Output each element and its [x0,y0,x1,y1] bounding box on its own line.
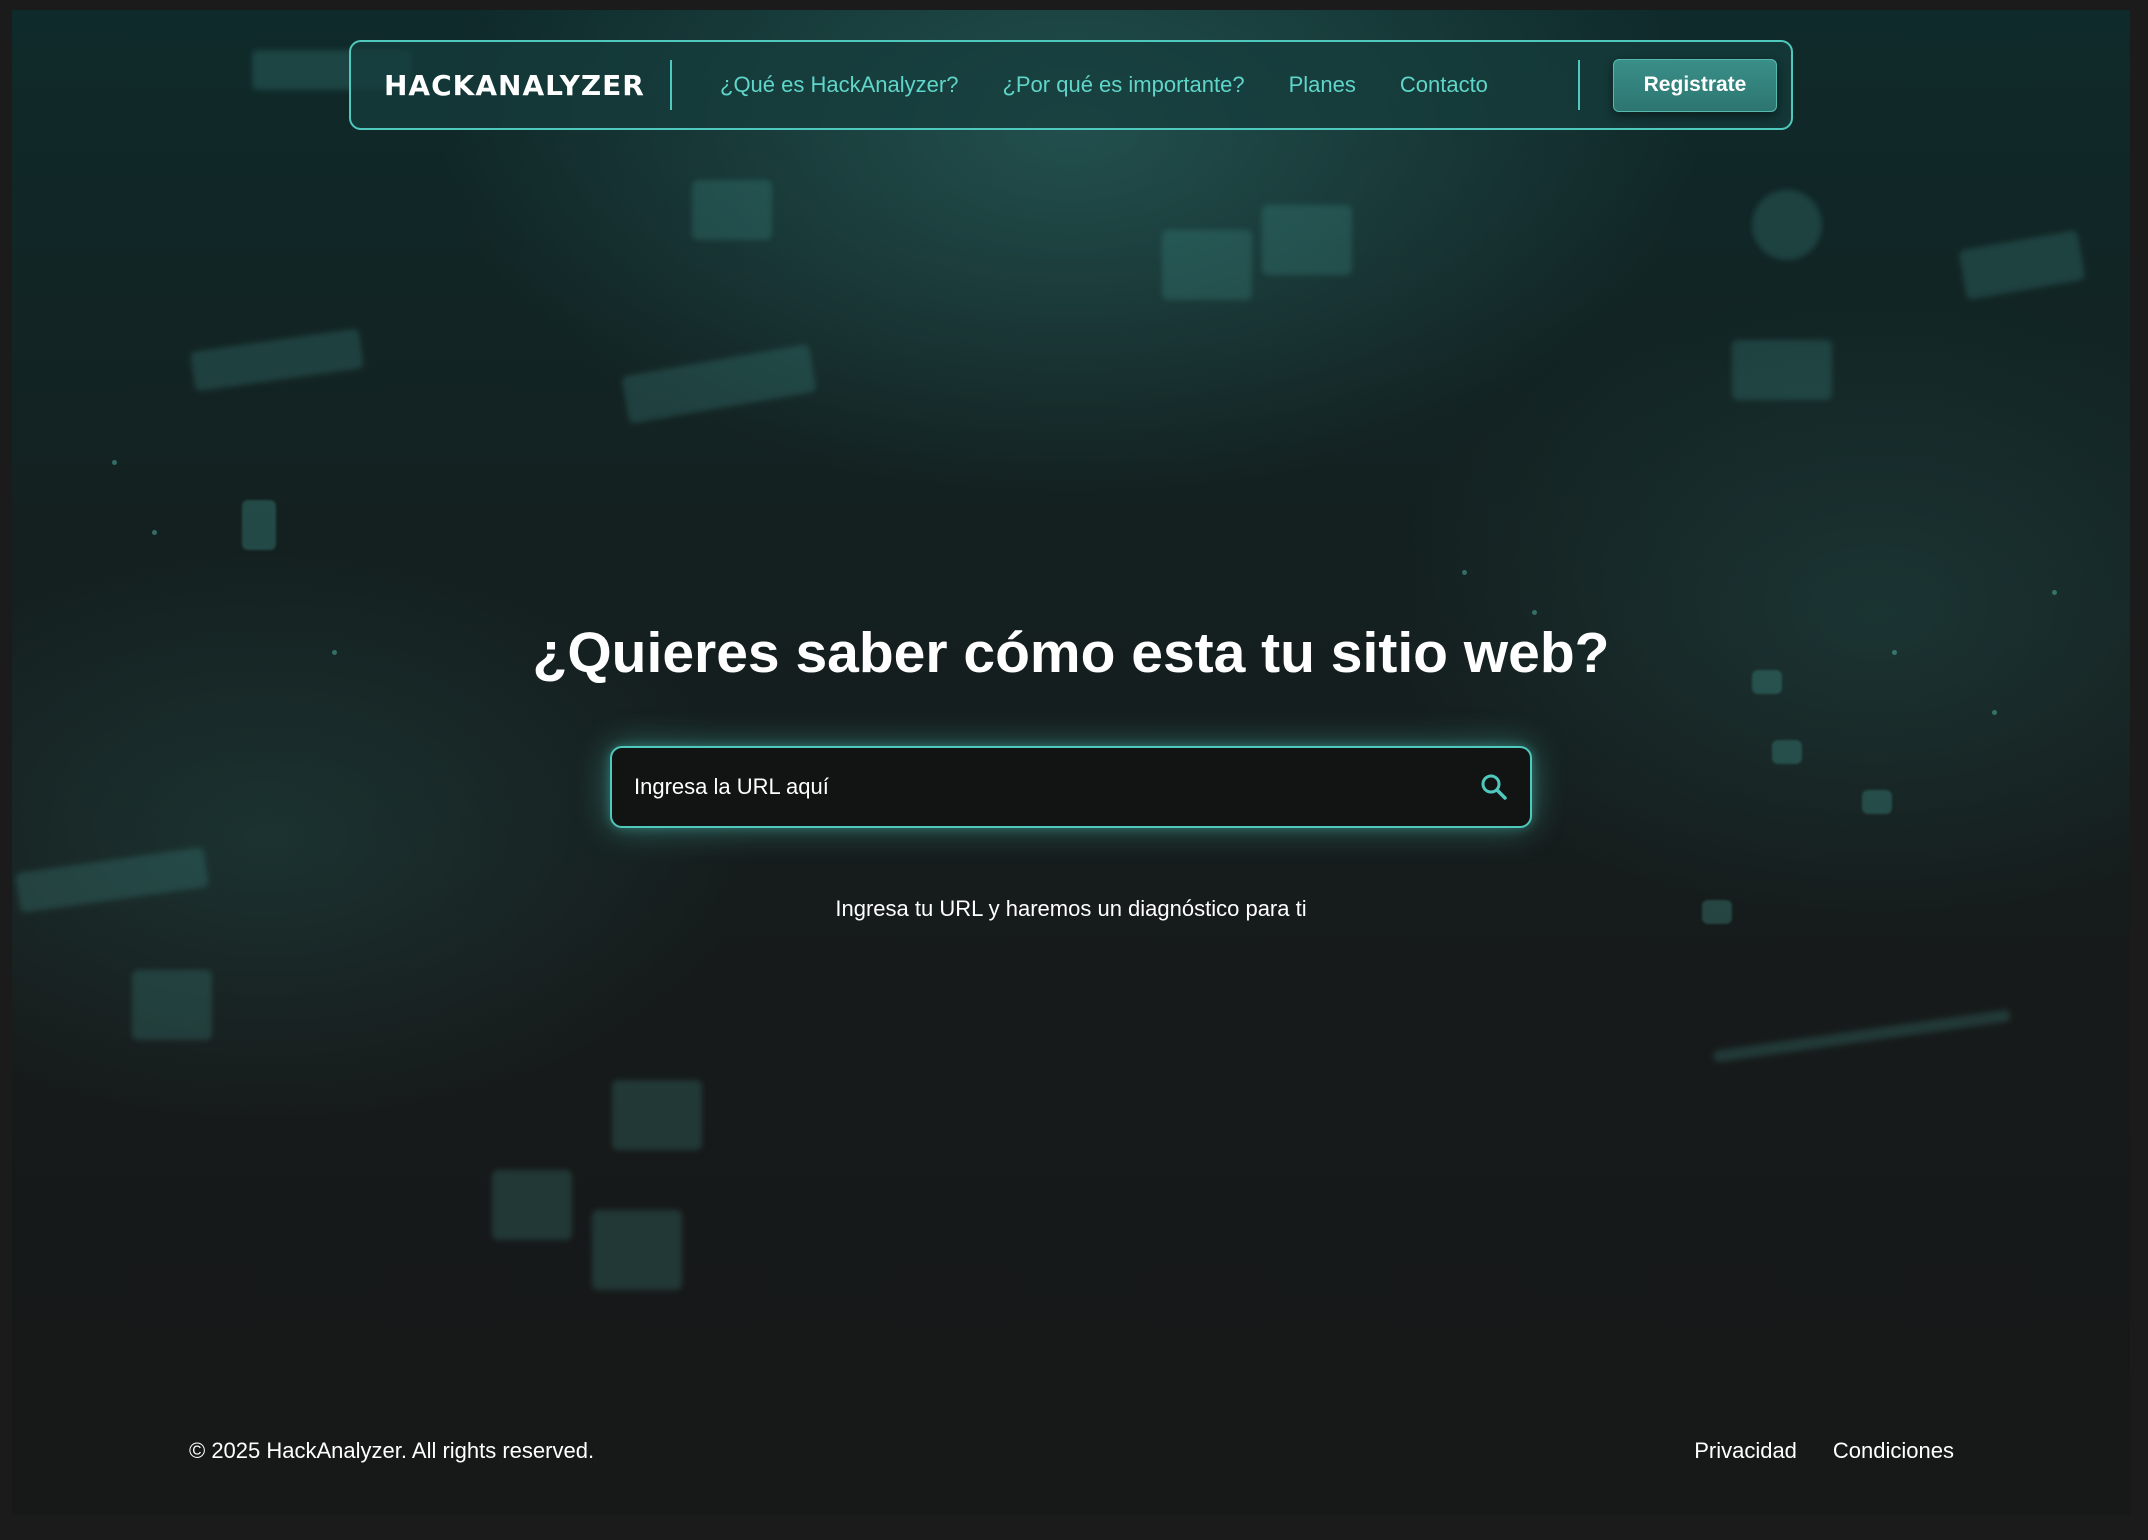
nav-link-planes[interactable]: Planes [1289,72,1356,98]
url-input[interactable] [612,748,1464,826]
footer-copyright: © 2025 HackAnalyzer. All rights reserved… [189,1438,595,1463]
brand-logo[interactable]: HACKANALYZER [384,69,670,102]
nav-link-contacto[interactable]: Contacto [1400,72,1488,98]
footer-link-privacidad[interactable]: Privacidad [1694,1438,1797,1464]
nav-link-por-que[interactable]: ¿Por qué es importante? [1002,72,1244,98]
footer-link-condiciones[interactable]: Condiciones [1833,1438,1954,1464]
footer-links: Privacidad Condiciones [1658,1438,1954,1464]
nav-link-que-es[interactable]: ¿Qué es HackAnalyzer? [720,72,958,98]
nav-links: ¿Qué es HackAnalyzer? ¿Por qué es import… [720,72,1578,98]
page-frame: HACKANALYZER ¿Qué es HackAnalyzer? ¿Por … [12,10,2130,1515]
hero-title: ¿Quieres saber cómo esta tu sitio web? [532,621,1610,685]
register-button[interactable]: Registrate [1613,58,1777,112]
search-icon[interactable] [1464,757,1524,817]
url-search-box [610,746,1532,828]
nav-divider-right [1578,60,1580,110]
nav-divider-left [670,60,672,110]
hero-hint: Ingresa tu URL y haremos un diagnóstico … [835,896,1307,921]
top-navbar: HACKANALYZER ¿Qué es HackAnalyzer? ¿Por … [349,40,1793,130]
